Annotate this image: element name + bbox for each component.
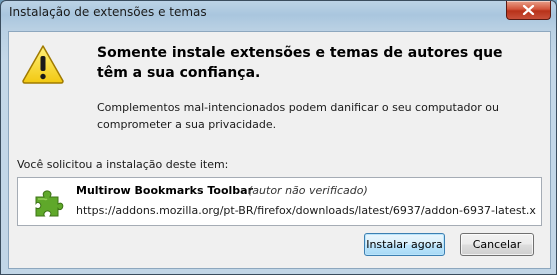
addon-verification-status: (autor não verificado) <box>248 184 368 197</box>
install-now-button[interactable]: Instalar agora <box>364 233 445 256</box>
addon-name: Multirow Bookmarks Toolbar <box>76 184 254 197</box>
dialog-content: Somente instale extensões e temas de aut… <box>8 31 551 269</box>
install-request-label: Você solicitou a instalação deste item: <box>17 158 229 171</box>
window-title: Instalação de extensões e temas <box>9 5 207 19</box>
addon-list: Multirow Bookmarks Toolbar (autor não ve… <box>17 177 542 226</box>
close-button[interactable] <box>506 1 551 20</box>
addon-url: https://addons.mozilla.org/pt-BR/firefox… <box>76 204 536 217</box>
warning-description: Complementos mal-intencionados podem dan… <box>97 101 499 131</box>
warning-icon <box>22 45 64 84</box>
puzzle-piece-icon <box>35 190 64 217</box>
cancel-button[interactable]: Cancelar <box>460 233 534 256</box>
close-icon <box>522 5 535 15</box>
warning-heading: Somente instale extensões e temas de aut… <box>97 45 503 81</box>
install-dialog-window: Instalação de extensões e temas Somente … <box>0 0 557 275</box>
title-bar[interactable]: Instalação de extensões e temas <box>1 1 556 25</box>
